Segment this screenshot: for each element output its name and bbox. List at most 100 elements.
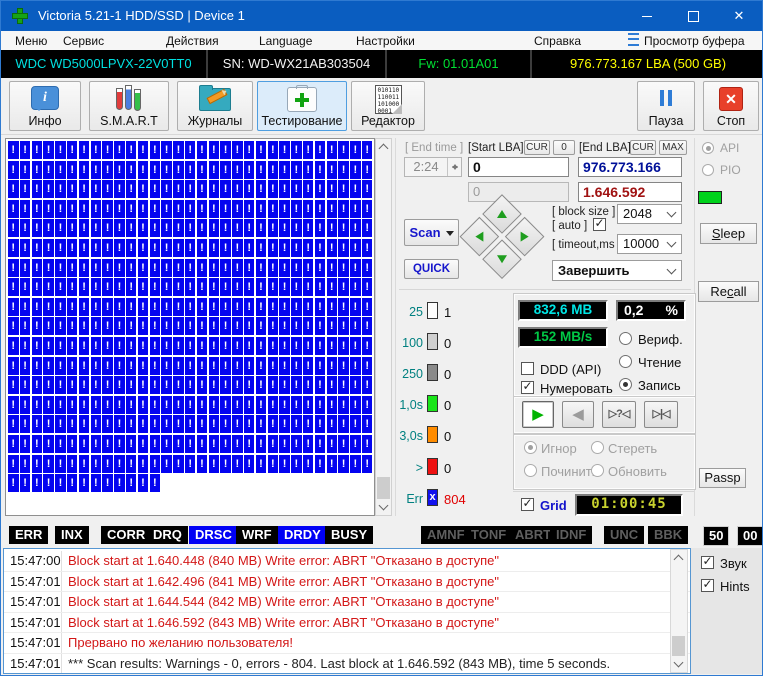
scan-block-error: !	[126, 161, 137, 179]
menu-item-service[interactable]: Сервис	[63, 32, 104, 50]
scroll-down-icon[interactable]	[671, 656, 686, 672]
menu-item-settings[interactable]: Настройки	[356, 32, 415, 50]
auto-checkbox[interactable]	[593, 218, 606, 231]
spinner-arrows-icon[interactable]	[447, 158, 461, 176]
end-lba-cur-button[interactable]: CUR	[630, 140, 656, 155]
repair-scan-button[interactable]: ▷?◁	[602, 401, 636, 428]
scan-block-error: !	[291, 239, 302, 257]
write-radio[interactable]	[619, 378, 632, 391]
menu-item-help[interactable]: Справка	[534, 32, 581, 50]
legend-label-3s: 3,0s	[387, 429, 423, 443]
scan-block-error: !	[138, 278, 149, 296]
end-lba-max-button[interactable]: MAX	[659, 140, 687, 155]
hints-checkbox[interactable]	[701, 579, 714, 592]
title-bar: Victoria 5.21-1 HDD/SSD | Device 1 ✕	[1, 1, 762, 31]
ddd-api-checkbox[interactable]	[521, 362, 534, 375]
smart-button[interactable]: S.M.A.R.T	[89, 81, 169, 131]
block-size-select[interactable]: 2048	[617, 204, 682, 224]
info-button[interactable]: i Инфо	[9, 81, 81, 131]
testing-label: Тестирование	[258, 114, 346, 128]
scan-block-error: !	[350, 298, 361, 316]
device-firmware: Fw: 01.01A01	[387, 50, 532, 78]
start-lba-input[interactable]: 0	[468, 157, 569, 177]
scan-block-error: !	[256, 317, 267, 335]
scan-block-error: !	[244, 298, 255, 316]
end-lba-input[interactable]: 976.773.166	[578, 157, 682, 177]
editor-button[interactable]: 0101101100111010000001 Редактор	[351, 81, 425, 131]
scan-block-error: !	[232, 200, 243, 218]
end-time-spinner[interactable]: 2:24	[404, 157, 462, 177]
scan-block-error: !	[161, 396, 172, 414]
maximize-button[interactable]	[670, 1, 716, 31]
scan-block-error: !	[209, 337, 220, 355]
buffer-view-button[interactable]: Просмотр буфера	[628, 32, 745, 50]
step-back-button[interactable]: ◀	[562, 401, 594, 428]
recall-button[interactable]: Recall	[698, 281, 759, 302]
pause-button[interactable]: Пауза	[637, 81, 695, 131]
grid-scrollbar[interactable]	[375, 138, 392, 516]
start-lba-zero-button[interactable]: 0	[553, 140, 575, 155]
scan-block-error: !	[362, 435, 373, 453]
grid-checkbox[interactable]	[521, 498, 534, 511]
close-button[interactable]: ✕	[716, 1, 762, 31]
log-row: 15:47:00Block start at 1.640.448 (840 MB…	[4, 551, 690, 572]
scan-block-error: !	[185, 219, 196, 237]
testing-button[interactable]: Тестирование	[257, 81, 347, 131]
menu-item-actions[interactable]: Действия	[166, 32, 219, 50]
scan-block-error: !	[209, 141, 220, 159]
scan-block-error: !	[279, 415, 290, 433]
quick-button[interactable]: QUICK	[404, 259, 459, 279]
scan-block-error: !	[126, 435, 137, 453]
editor-label: Редактор	[352, 114, 424, 128]
scan-block-error: !	[102, 435, 113, 453]
scan-block-error: !	[350, 455, 361, 473]
scan-block-error: !	[114, 415, 125, 433]
verify-radio[interactable]	[619, 332, 632, 345]
scan-block-error: !	[8, 376, 19, 394]
scan-block-error: !	[268, 376, 279, 394]
scan-button[interactable]: Scan	[404, 219, 459, 246]
scroll-up-icon[interactable]	[671, 550, 686, 566]
legend-label-err: Err	[387, 492, 423, 506]
scroll-up-icon[interactable]	[376, 139, 391, 155]
minimize-button[interactable]	[624, 1, 670, 31]
finish-action-select[interactable]: Завершить	[552, 260, 682, 281]
numerate-checkbox[interactable]	[521, 381, 534, 394]
scan-block-error: !	[197, 298, 208, 316]
scan-block-error: !	[138, 200, 149, 218]
scan-block-error: !	[114, 219, 125, 237]
sound-checkbox[interactable]	[701, 556, 714, 569]
menu-item-menu[interactable]: Меню	[15, 32, 47, 50]
timeout-select[interactable]: 10000	[617, 234, 682, 254]
numerate-label: Нумеровать	[540, 381, 613, 396]
device-model: WDC WD5000LPVX-22V0TT0	[1, 50, 208, 78]
log-scrollbar-thumb[interactable]	[672, 636, 685, 656]
scan-block-error: !	[55, 161, 66, 179]
scan-block-error: !	[338, 259, 349, 277]
sleep-button[interactable]: Sleep	[700, 223, 757, 244]
scan-block-error: !	[303, 396, 314, 414]
scan-block-error: !	[291, 161, 302, 179]
scan-block-error: !	[126, 298, 137, 316]
end-time-value: 2:24	[405, 158, 447, 176]
scan-block-error: !	[32, 455, 43, 473]
scan-block-error: !	[114, 317, 125, 335]
scan-block-error: !	[338, 455, 349, 473]
play-button[interactable]: ▶	[522, 401, 554, 428]
seek-edge-button[interactable]: ▷|◁	[644, 401, 678, 428]
log-scrollbar[interactable]	[670, 549, 688, 673]
scan-block-error: !	[197, 239, 208, 257]
scan-block-error: !	[161, 415, 172, 433]
read-radio[interactable]	[619, 355, 632, 368]
log-message: Block start at 1.644.544 (842 MB) Write …	[68, 592, 499, 612]
stop-button[interactable]: ✕ Стоп	[703, 81, 759, 131]
passp-button[interactable]: Passp	[699, 468, 746, 488]
menu-item-language[interactable]: Language	[259, 32, 312, 50]
scan-block-error: !	[55, 180, 66, 198]
scan-block-error: !	[291, 200, 302, 218]
scan-block-error: !	[232, 455, 243, 473]
journals-button[interactable]: Журналы	[177, 81, 253, 131]
scan-block-error: !	[362, 180, 373, 198]
scan-block-error: !	[20, 278, 31, 296]
start-lba-cur-button[interactable]: CUR	[524, 140, 550, 155]
